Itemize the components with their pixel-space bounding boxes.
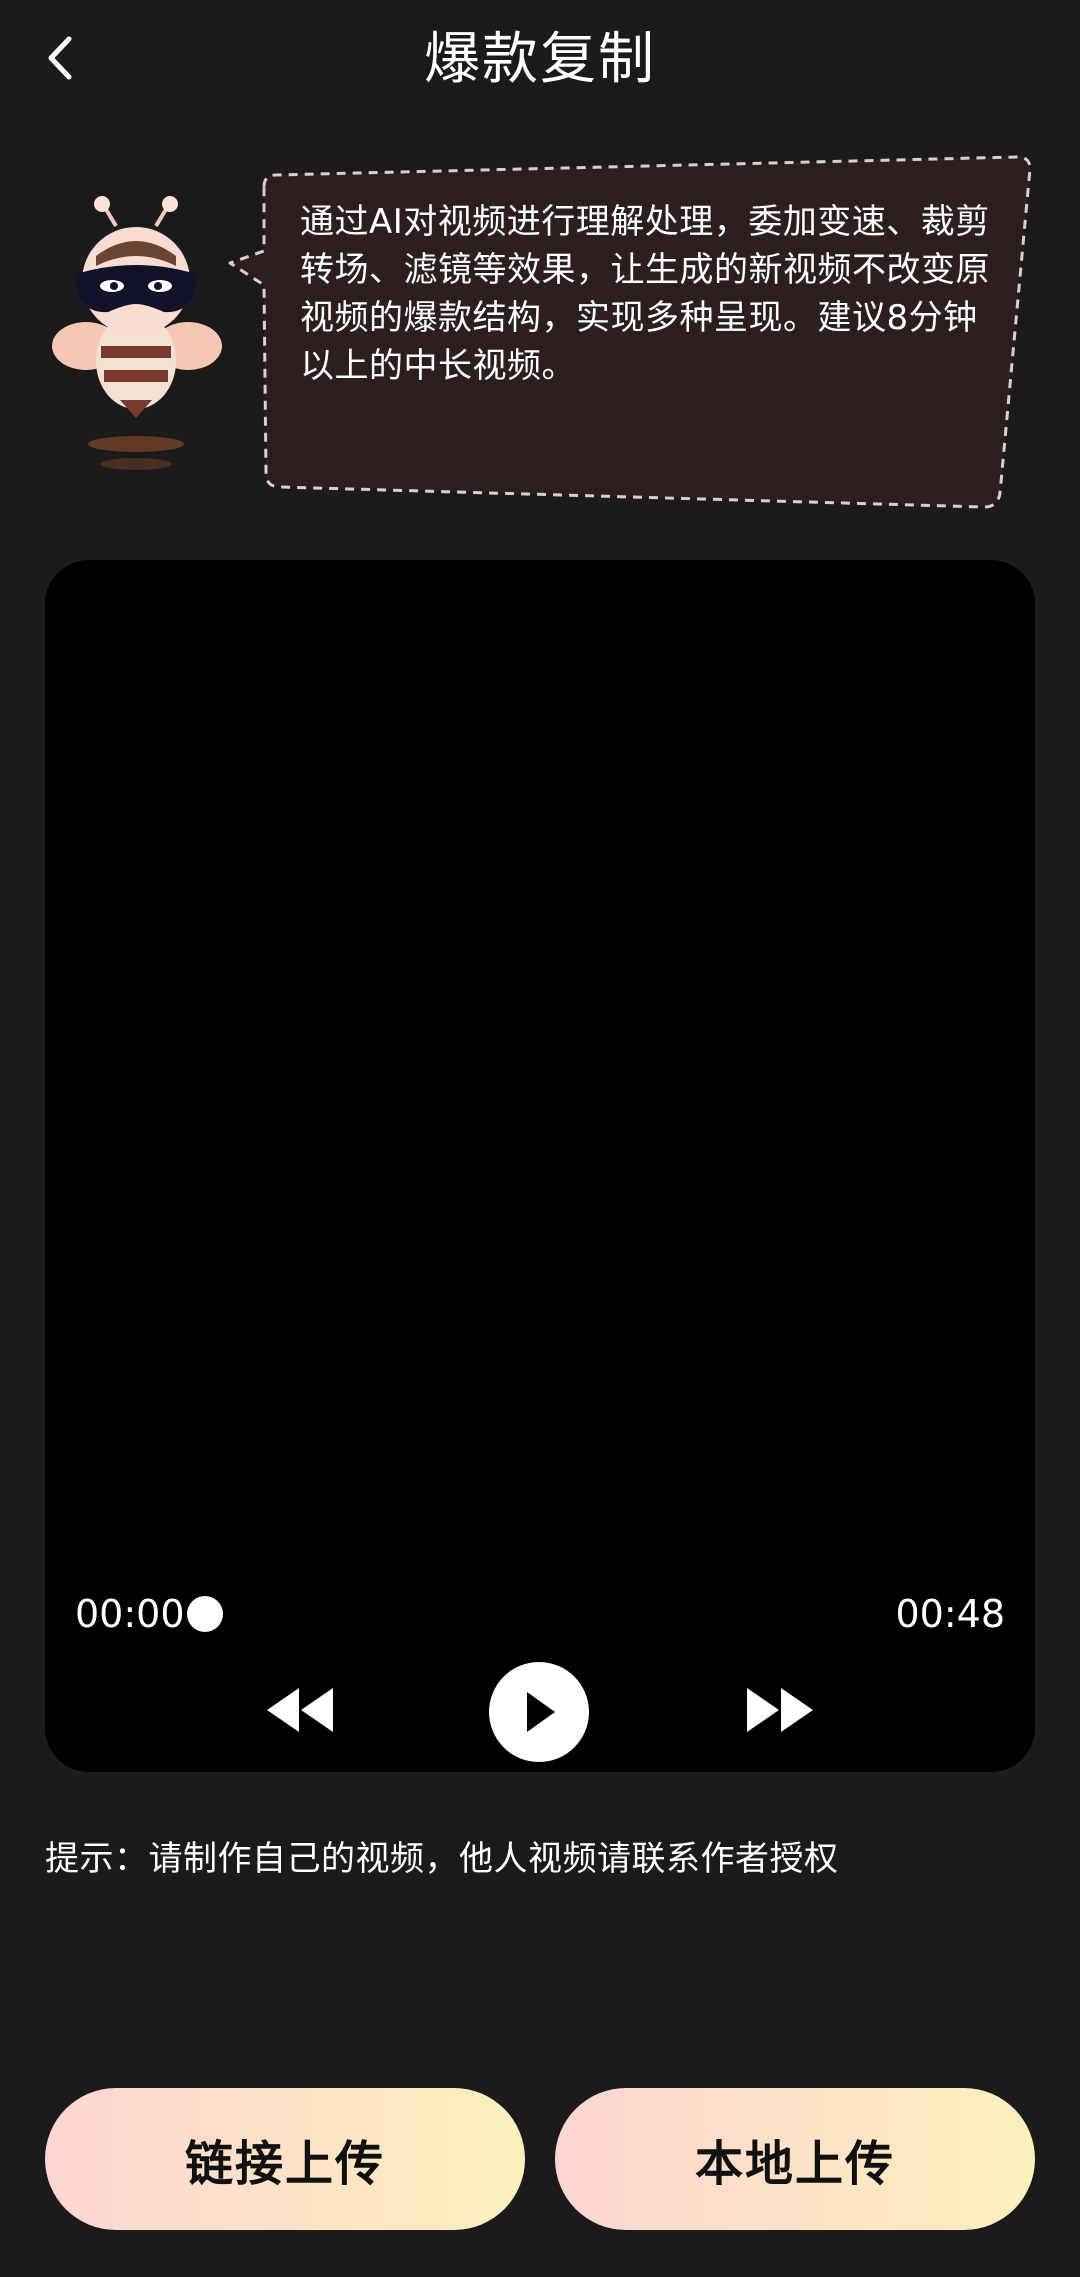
bee-mascot-icon (52, 196, 222, 470)
header: 爆款复制 (0, 0, 1080, 120)
video-player[interactable]: 00:00 00:48 (45, 560, 1035, 1772)
play-button[interactable] (489, 1662, 589, 1762)
rewind-icon (267, 1688, 333, 1732)
rewind-button[interactable] (255, 1670, 345, 1750)
intro-description: 通过AI对视频进行理解处理，委加变速、裁剪转场、滤镜等效果，让生成的新视频不改变… (300, 202, 990, 386)
current-time: 00:00 (75, 1592, 185, 1636)
local-upload-button[interactable]: 本地上传 (555, 2088, 1035, 2230)
progress-knob[interactable] (187, 1596, 223, 1632)
play-icon (527, 1692, 555, 1732)
link-upload-button[interactable]: 链接上传 (45, 2088, 525, 2230)
fast-forward-button[interactable] (735, 1670, 825, 1750)
total-time: 00:48 (895, 1592, 1005, 1636)
fast-forward-icon (747, 1688, 813, 1732)
page-title: 爆款复制 (424, 27, 656, 92)
tip-text: 提示：请制作自己的视频，他人视频请联系作者授权 (45, 1839, 839, 1879)
